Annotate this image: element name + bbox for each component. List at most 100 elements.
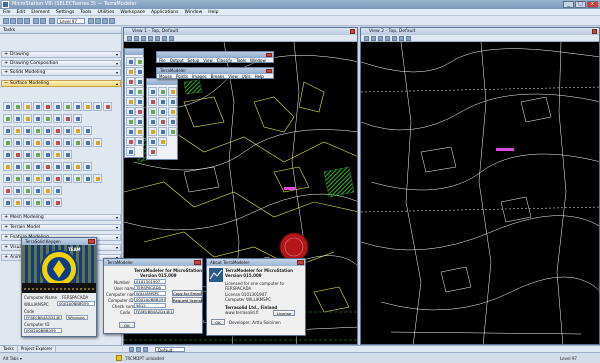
tool-icon[interactable] [126, 57, 135, 66]
tool-icon[interactable] [168, 107, 177, 116]
section-mesh-modeling[interactable]: + Mesh Modeling ▾ [1, 214, 121, 221]
tool-icon[interactable] [43, 114, 52, 123]
tool-icon[interactable] [73, 126, 82, 135]
tool-icon[interactable] [83, 138, 92, 147]
tool-icon[interactable] [13, 138, 22, 147]
tool-icon[interactable] [53, 174, 62, 183]
about-ok-button[interactable]: OK [211, 319, 225, 325]
zoom-out-icon[interactable] [141, 36, 146, 41]
tool-icon[interactable] [135, 137, 144, 146]
save-icon[interactable] [17, 18, 23, 24]
tool-icon[interactable] [23, 150, 32, 159]
menu-element[interactable]: Element [28, 9, 53, 16]
tool-icon[interactable] [33, 126, 42, 135]
tool-icon[interactable] [23, 186, 32, 195]
tool-icon[interactable] [53, 162, 62, 171]
tool-icon[interactable] [13, 162, 22, 171]
tool-icon[interactable] [83, 102, 92, 111]
tool-icon[interactable] [13, 150, 22, 159]
tool-icon[interactable] [93, 138, 102, 147]
tool-icon[interactable] [43, 138, 52, 147]
tool-icon[interactable] [63, 162, 72, 171]
tool-icon[interactable] [168, 97, 177, 106]
tool-icon[interactable] [3, 186, 12, 195]
tool-icon[interactable] [148, 147, 157, 156]
tool-icon[interactable] [135, 127, 144, 136]
terramodeler-close-button[interactable] [266, 69, 272, 73]
tool-icon[interactable] [168, 117, 177, 126]
register-code-field[interactable]: FF8E0BB4A2D44E11 [134, 309, 174, 314]
tool-icon[interactable] [73, 114, 82, 123]
color-icon[interactable] [88, 18, 94, 24]
register-number-field[interactable]: 0101301907 [134, 279, 166, 284]
tool-icon[interactable] [135, 97, 144, 106]
tm-menu-window[interactable]: Window [248, 58, 268, 64]
tool-icon[interactable] [53, 150, 62, 159]
menu-help[interactable]: Help [205, 9, 221, 16]
fit-view-icon[interactable] [155, 36, 160, 41]
tm-menu-tools[interactable]: Tools [234, 58, 248, 64]
tool-icon[interactable] [63, 138, 72, 147]
tool-icon[interactable] [126, 107, 135, 116]
tm-menu-images[interactable]: Images [190, 74, 209, 80]
pan-view-icon[interactable] [406, 36, 411, 41]
tool-icon[interactable] [53, 186, 62, 195]
tool-icon[interactable] [126, 97, 135, 106]
tool-icon[interactable] [53, 126, 62, 135]
level-icon[interactable] [49, 18, 55, 24]
tm-menu-output[interactable]: Output [168, 58, 186, 64]
menu-file[interactable]: File [0, 9, 14, 16]
tool-icon[interactable] [3, 162, 12, 171]
tool-icon[interactable] [148, 127, 157, 136]
tm-menu-utils[interactable]: Utils [240, 74, 253, 80]
tool-icon[interactable] [3, 102, 12, 111]
tool-icon[interactable] [23, 198, 32, 207]
register-username-field[interactable]: TERSPACADA [134, 285, 166, 290]
tool-icon[interactable] [3, 114, 12, 123]
tool-icon[interactable] [126, 77, 135, 86]
tool-icon[interactable] [148, 97, 157, 106]
tool-icon[interactable] [3, 138, 12, 147]
view-attributes-icon[interactable] [127, 36, 132, 41]
menu-edit[interactable]: Edit [14, 9, 29, 16]
tool-icon[interactable] [126, 87, 135, 96]
minimize-button[interactable]: _ [563, 1, 574, 8]
maximize-button[interactable]: □ [575, 1, 586, 8]
zoom-in-icon[interactable] [371, 36, 376, 41]
tool-icon[interactable] [43, 102, 52, 111]
tool-icon[interactable] [13, 102, 22, 111]
zoom-out-icon[interactable] [378, 36, 383, 41]
tool-icon[interactable] [13, 126, 22, 135]
tool-icon[interactable] [43, 150, 52, 159]
section-terrain-model[interactable]: + Terrain Model ▾ [1, 224, 121, 231]
register-close-button[interactable] [194, 260, 201, 265]
tool-icon[interactable] [53, 138, 62, 147]
tool-icon[interactable] [63, 126, 72, 135]
tm-menu-help2[interactable]: Help [253, 74, 266, 80]
tool-icon[interactable] [103, 102, 112, 111]
keygen-code-field[interactable]: FF8E0BB4A2D44E11 [24, 315, 62, 320]
tool-icon[interactable] [33, 198, 42, 207]
tool-icon[interactable] [83, 162, 92, 171]
about-license-button[interactable]: License [273, 310, 295, 316]
keygen-field[interactable]: 0002A0BBB059 [57, 301, 95, 306]
tool-icon[interactable] [23, 126, 32, 135]
tool-icon[interactable] [73, 162, 82, 171]
tool-icon[interactable] [43, 174, 52, 183]
tool-icon[interactable] [43, 126, 52, 135]
tool-icon[interactable] [93, 174, 102, 183]
about-website[interactable]: www.terrasolid.fi [225, 310, 259, 315]
tool-icon[interactable] [23, 102, 32, 111]
tm-menu-points[interactable]: Points [174, 74, 190, 80]
view-2[interactable]: View 2 - Top, Default [360, 27, 600, 345]
tool-icon[interactable] [33, 162, 42, 171]
tool-icon[interactable] [148, 107, 157, 116]
tm-menu-view2[interactable]: View [226, 74, 240, 80]
tool-icon[interactable] [33, 174, 42, 183]
terramodeler-main-close-button[interactable] [266, 53, 272, 57]
new-file-icon[interactable] [3, 18, 9, 24]
redo-icon[interactable] [40, 18, 46, 24]
tool-icon[interactable] [63, 114, 72, 123]
tool-icon[interactable] [73, 102, 82, 111]
active-level-combo[interactable]: Level 97 [57, 18, 85, 24]
